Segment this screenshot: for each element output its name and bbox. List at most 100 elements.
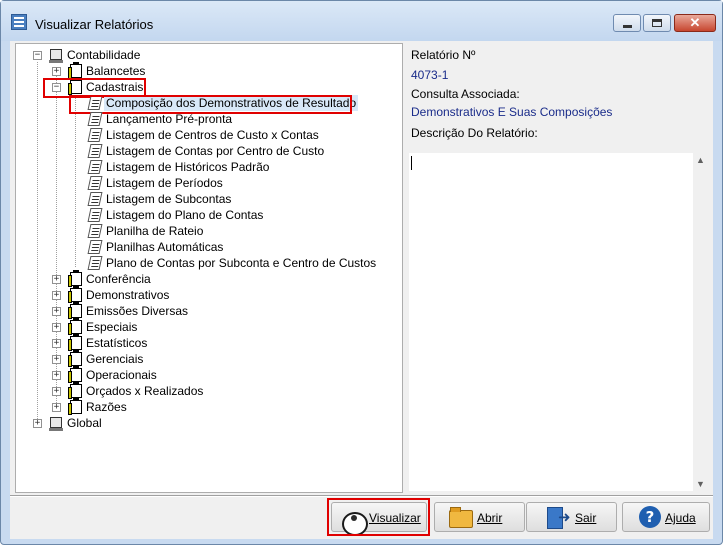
folder-icon	[68, 62, 82, 79]
report-viewer-window: Visualizar Relatórios ✕ − Contabilidade …	[0, 0, 723, 545]
expand-icon[interactable]: +	[52, 291, 61, 300]
folder-icon	[68, 270, 82, 287]
report-number-label: Relatório Nº	[411, 48, 476, 62]
tree-node-label: Operacionais	[86, 368, 157, 382]
folder-icon	[68, 334, 82, 351]
expand-icon[interactable]: +	[52, 403, 61, 412]
minimize-button[interactable]	[613, 14, 641, 32]
tree-node-group[interactable]: + Orçados x Realizados	[16, 382, 396, 399]
maximize-button[interactable]	[643, 14, 671, 32]
text-caret	[411, 156, 412, 170]
report-icon	[87, 112, 103, 126]
expand-icon[interactable]: +	[52, 387, 61, 396]
folder-icon	[68, 302, 82, 319]
tree-node-label: Estatísticos	[86, 336, 148, 350]
tree-item-label: Planilhas Automáticas	[106, 240, 224, 254]
computer-icon	[49, 417, 63, 431]
exit-button[interactable]: Sair	[526, 502, 617, 532]
tree-node-group[interactable]: + Especiais	[16, 318, 396, 335]
description-label: Descrição Do Relatório:	[411, 126, 538, 140]
tree-node-group[interactable]: + Conferência	[16, 270, 396, 287]
tree-item-label: Lançamento Pré-pronta	[106, 112, 233, 126]
tree-item-label: Listagem de Históricos Padrão	[106, 160, 270, 174]
tree-item-label: Listagem de Subcontas	[106, 192, 232, 206]
folder-icon	[68, 382, 82, 399]
tree-node-contabilidade[interactable]: − Contabilidade	[16, 47, 396, 63]
scroll-down-icon[interactable]: ▼	[696, 479, 705, 489]
tree-node-label: Demonstrativos	[86, 288, 170, 302]
help-icon: ?	[639, 506, 661, 528]
report-icon	[87, 224, 103, 238]
tree-item-label: Planilha de Rateio	[106, 224, 204, 238]
description-textarea[interactable]	[409, 153, 693, 491]
expand-icon[interactable]: +	[52, 323, 61, 332]
expand-icon[interactable]: +	[52, 307, 61, 316]
tree-node-group[interactable]: + Razões	[16, 398, 396, 415]
tree-node-label: Conferência	[86, 272, 151, 286]
tree-node-label: Especiais	[86, 320, 138, 334]
report-tree[interactable]: − Contabilidade + Balancetes − Cadastrai…	[15, 43, 403, 493]
tree-item-report[interactable]: Planilhas Automáticas	[16, 239, 396, 255]
expand-icon[interactable]: +	[52, 355, 61, 364]
tree-node-group[interactable]: + Operacionais	[16, 366, 396, 383]
report-icon	[87, 208, 103, 222]
tree-node-global[interactable]: + Global	[16, 415, 396, 431]
tree-item-report[interactable]: Lançamento Pré-pronta	[16, 111, 396, 127]
collapse-icon[interactable]: −	[33, 51, 42, 60]
tree-item-label: Listagem de Contas por Centro de Custo	[106, 144, 325, 158]
tree-node-group[interactable]: + Emissões Diversas	[16, 302, 396, 319]
expand-icon[interactable]: +	[33, 419, 42, 428]
maximize-icon	[652, 19, 662, 27]
tree-node-label: Orçados x Realizados	[86, 384, 204, 398]
report-icon	[87, 128, 103, 142]
tree-item-report[interactable]: Listagem de Centros de Custo x Contas	[16, 127, 396, 143]
minimize-icon	[623, 25, 632, 28]
tree-item-report[interactable]: Listagem de Históricos Padrão	[16, 159, 396, 175]
open-button[interactable]: Abrir	[434, 502, 525, 532]
tree-node-label: Gerenciais	[86, 352, 144, 366]
client-area: − Contabilidade + Balancetes − Cadastrai…	[10, 41, 713, 539]
folder-icon	[68, 286, 82, 303]
tree-node-balancetes[interactable]: + Balancetes	[16, 62, 396, 79]
expand-icon[interactable]: +	[52, 275, 61, 284]
tree-item-report[interactable]: Listagem de Subcontas	[16, 191, 396, 207]
tree-item-label: Listagem do Plano de Contas	[106, 208, 264, 222]
computer-icon	[49, 49, 63, 63]
close-button[interactable]: ✕	[674, 14, 716, 32]
tree-node-group[interactable]: + Estatísticos	[16, 334, 396, 351]
tree-node-group[interactable]: + Gerenciais	[16, 350, 396, 367]
help-button[interactable]: ? Ajuda	[622, 502, 710, 532]
report-icon	[87, 256, 103, 270]
button-bar-separator	[10, 495, 713, 497]
folder-icon	[68, 318, 82, 335]
tree-node-label: Emissões Diversas	[86, 304, 189, 318]
expand-icon[interactable]: +	[52, 371, 61, 380]
close-icon: ✕	[689, 15, 701, 30]
exit-button-label: Sair	[575, 511, 597, 525]
report-icon	[87, 144, 103, 158]
description-scrollbar[interactable]: ▲ ▼	[693, 153, 709, 491]
tree-node-label: Contabilidade	[67, 48, 141, 62]
tree-node-label: Razões	[86, 400, 127, 414]
window-title: Visualizar Relatórios	[35, 17, 154, 32]
folder-icon	[68, 398, 82, 415]
tree-item-report[interactable]: Listagem de Contas por Centro de Custo	[16, 143, 396, 159]
expand-icon[interactable]: +	[52, 67, 61, 76]
expand-icon[interactable]: +	[52, 339, 61, 348]
tree-node-label: Global	[67, 416, 102, 430]
query-value: Demonstrativos E Suas Composições	[411, 105, 613, 119]
folder-open-icon	[449, 507, 473, 528]
exit-icon	[547, 507, 571, 529]
tree-node-group[interactable]: + Demonstrativos	[16, 286, 396, 303]
tree-item-report[interactable]: Planilha de Rateio	[16, 223, 396, 239]
scroll-up-icon[interactable]: ▲	[696, 155, 705, 165]
title-bar[interactable]: Visualizar Relatórios ✕	[1, 1, 722, 41]
report-icon	[87, 176, 103, 190]
details-panel: Relatório Nº 4073-1 Consulta Associada: …	[409, 43, 709, 493]
query-label: Consulta Associada:	[411, 87, 520, 101]
tree-item-report[interactable]: Listagem de Períodos	[16, 175, 396, 191]
tree-item-report[interactable]: Listagem do Plano de Contas	[16, 207, 396, 223]
tree-item-label: Listagem de Períodos	[106, 176, 223, 190]
tree-item-report[interactable]: Plano de Contas por Subconta e Centro de…	[16, 255, 396, 271]
highlight-box-view-button	[327, 498, 430, 536]
